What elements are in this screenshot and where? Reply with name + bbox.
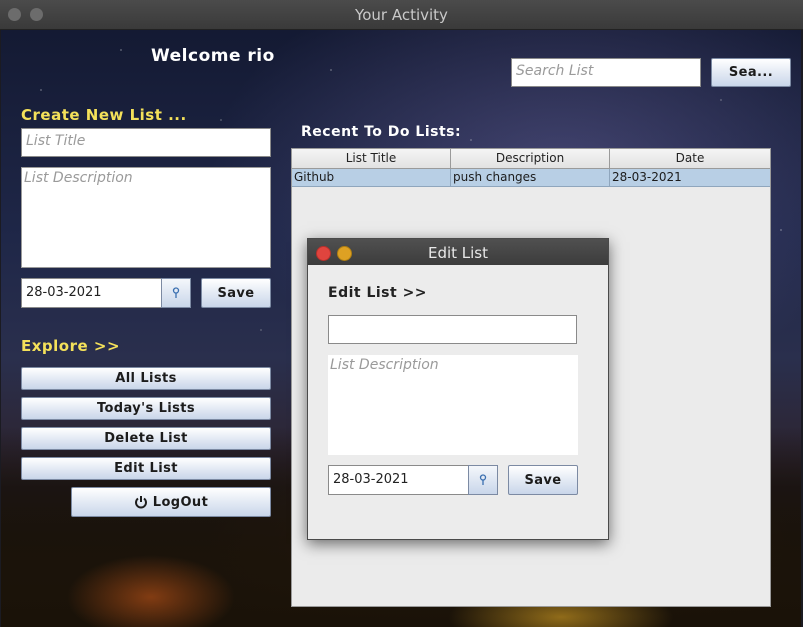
list-description-textarea[interactable]: List Description	[21, 167, 271, 268]
edit-save-button[interactable]: Save	[508, 465, 578, 495]
all-lists-button[interactable]: All Lists	[21, 367, 271, 390]
create-list-heading: Create New List ...	[21, 106, 187, 124]
table-header: List Title Description Date	[292, 149, 770, 169]
welcome-text: Welcome rio	[151, 46, 275, 66]
edit-description-textarea[interactable]: List Description	[328, 355, 578, 455]
column-header-description[interactable]: Description	[451, 149, 610, 168]
edit-list-button[interactable]: Edit List	[21, 457, 271, 480]
calendar-picker-button[interactable]	[161, 278, 191, 308]
recent-lists-heading: Recent To Do Lists:	[301, 124, 462, 140]
edit-list-dialog: Edit List Edit List >> List Description …	[307, 238, 609, 540]
column-header-title[interactable]: List Title	[292, 149, 451, 168]
edit-date-field[interactable]: 28-03-2021	[328, 465, 469, 495]
window-title: Your Activity	[355, 6, 448, 24]
table-row[interactable]: Github push changes 28-03-2021	[292, 169, 770, 187]
explore-heading: Explore >>	[21, 337, 121, 355]
search-input[interactable]: Search List	[511, 58, 701, 87]
todays-lists-button[interactable]: Today's Lists	[21, 397, 271, 420]
power-icon	[134, 496, 147, 509]
search-button[interactable]: Sea...	[711, 58, 791, 87]
edit-calendar-picker-button[interactable]	[468, 465, 498, 495]
window-titlebar[interactable]: Your Activity	[0, 0, 803, 30]
logout-label: LogOut	[152, 494, 209, 510]
calendar-icon	[172, 287, 180, 298]
edit-list-heading: Edit List >>	[328, 285, 428, 301]
date-field[interactable]: 28-03-2021	[21, 278, 162, 308]
dialog-titlebar[interactable]: Edit List	[308, 239, 608, 265]
calendar-icon	[479, 474, 487, 485]
column-header-date[interactable]: Date	[610, 149, 770, 168]
cell-description: push changes	[451, 169, 610, 186]
list-title-input[interactable]: List Title	[21, 128, 271, 157]
dialog-title: Edit List	[427, 244, 489, 262]
save-list-button[interactable]: Save	[201, 278, 271, 308]
cell-date: 28-03-2021	[612, 170, 682, 184]
logout-button[interactable]: LogOut	[71, 487, 271, 517]
edit-title-input[interactable]	[328, 315, 577, 344]
delete-list-button[interactable]: Delete List	[21, 427, 271, 450]
cell-title: Github	[292, 169, 451, 186]
